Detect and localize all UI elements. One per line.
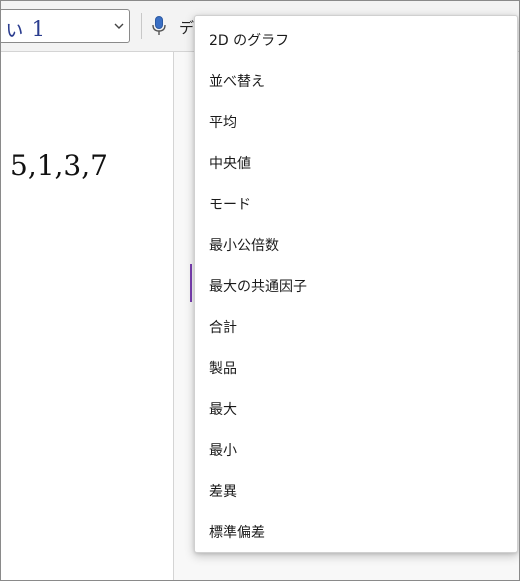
menu-item-min[interactable]: 最小 <box>195 431 517 472</box>
menu-item-mode[interactable]: モード <box>195 185 517 226</box>
menu-item-sort[interactable]: 並べ替え <box>195 62 517 103</box>
menu-item-variance[interactable]: 差異 <box>195 472 517 513</box>
note-page[interactable]: 5,1,3,7 <box>1 52 174 580</box>
menu-item-product[interactable]: 製品 <box>195 349 517 390</box>
style-dropdown[interactable]: ぃ 1 <box>1 9 130 43</box>
menu-item-gcd[interactable]: 最大の共通因子 <box>195 267 517 308</box>
menu-item-std-dev[interactable]: 標準偏差 <box>195 513 517 554</box>
menu-item-mean[interactable]: 平均 <box>195 103 517 144</box>
selection-caret <box>190 264 192 302</box>
chevron-down-icon <box>114 23 124 29</box>
math-action-menu: 2D のグラフ 並べ替え 平均 中央値 モード 最小公倍数 最大の共通因子 合計… <box>194 15 518 553</box>
menu-item-lcm[interactable]: 最小公倍数 <box>195 226 517 267</box>
dictate-label: デ <box>179 19 195 37</box>
menu-item-median[interactable]: 中央値 <box>195 144 517 185</box>
style-dropdown-value: ぃ 1 <box>4 17 46 41</box>
menu-item-2d-graph[interactable]: 2D のグラフ <box>195 21 517 62</box>
microphone-icon <box>152 16 166 35</box>
toolbar-divider <box>141 13 142 39</box>
menu-item-sum[interactable]: 合計 <box>195 308 517 349</box>
math-expression[interactable]: 5,1,3,7 <box>10 149 108 182</box>
menu-item-max[interactable]: 最大 <box>195 390 517 431</box>
app-window: ぃ 1 デ 5,1,3,7 2D のグラフ 並べ替え 平均 中央値 モード 最小… <box>0 0 520 581</box>
